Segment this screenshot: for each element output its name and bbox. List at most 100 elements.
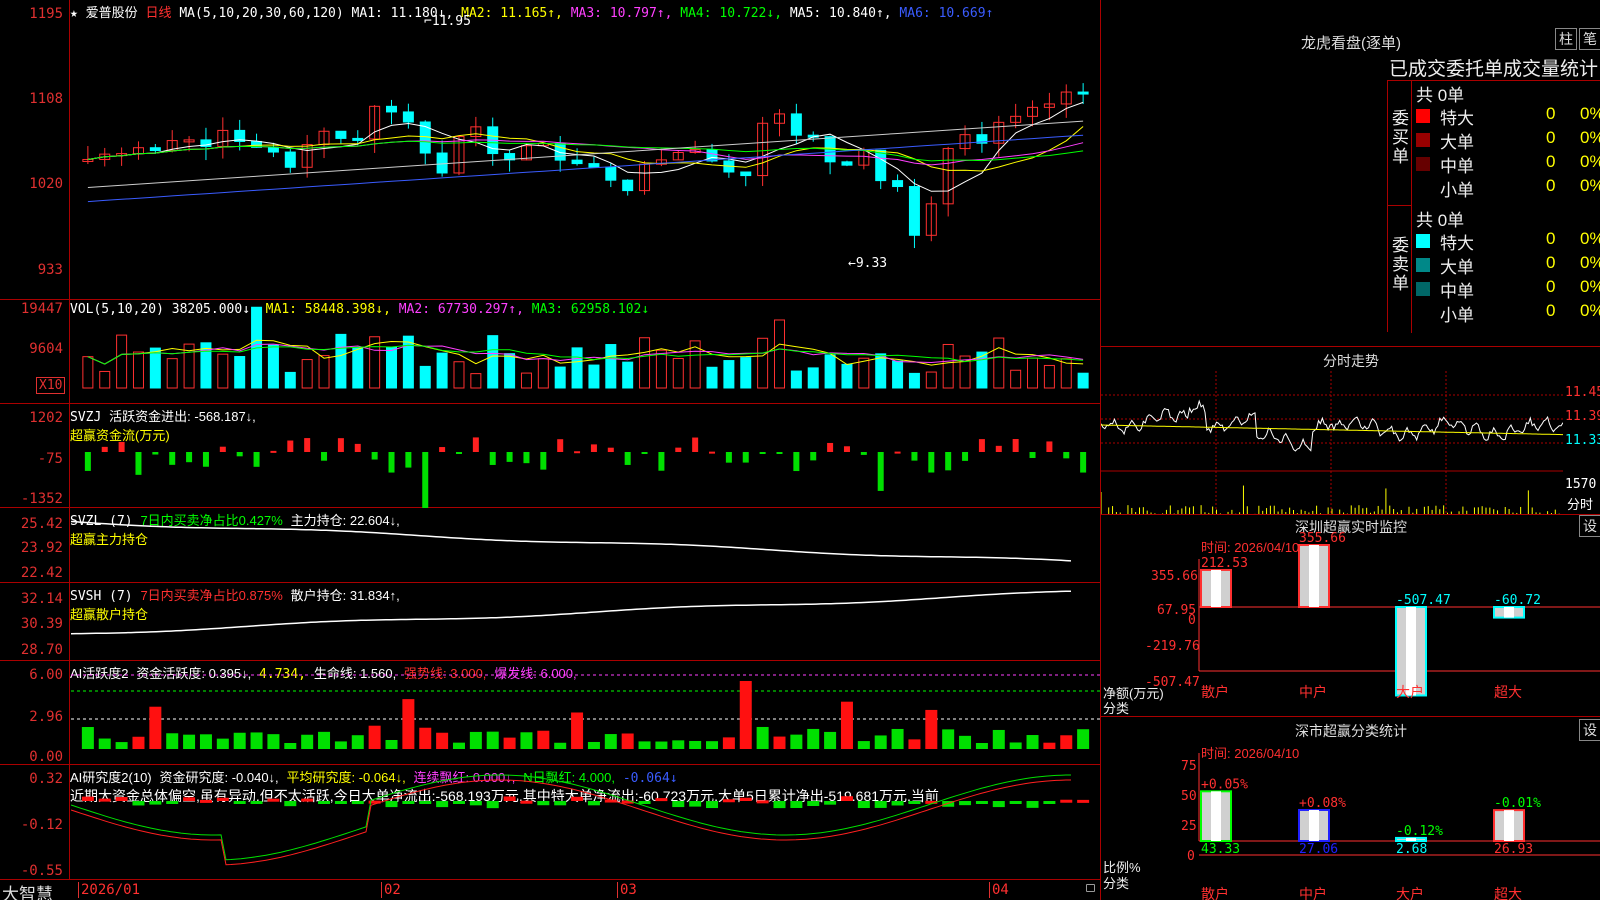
research-bar bbox=[301, 798, 314, 802]
order-type: 特大 bbox=[1440, 234, 1474, 253]
dragon-title: 龙虎看盘(逐单) bbox=[1301, 35, 1401, 52]
activity-bar bbox=[419, 727, 432, 749]
volume-bar bbox=[436, 352, 448, 389]
svzj-axis: 1202 -75 -1352 bbox=[0, 404, 70, 507]
activity-bar bbox=[267, 734, 280, 749]
month-label: 03 bbox=[617, 882, 637, 898]
candlestick-chart[interactable] bbox=[71, 0, 1100, 300]
volume-tick: 9604 bbox=[29, 341, 63, 357]
fund-flow-bar bbox=[186, 452, 193, 463]
volume-bar bbox=[639, 337, 651, 389]
ai-research-panel[interactable]: 0.32 -0.12 -0.55 AI研究度2(10) 资金研究度: -0.04… bbox=[0, 765, 1100, 880]
ai-research-chart[interactable] bbox=[71, 765, 1100, 880]
ai-activity-chart[interactable] bbox=[71, 661, 1100, 765]
research-bar bbox=[520, 800, 533, 804]
candle-body bbox=[841, 161, 853, 166]
research-bar bbox=[334, 801, 347, 804]
candle-body bbox=[352, 137, 364, 141]
activity-bar bbox=[301, 734, 314, 749]
price-tick: 1020 bbox=[29, 176, 63, 192]
volume-bar bbox=[1010, 369, 1022, 389]
research-bar bbox=[115, 797, 128, 801]
activity-bar bbox=[942, 729, 955, 749]
candle-body bbox=[284, 151, 296, 168]
activity-bar bbox=[1043, 742, 1056, 749]
retail-holding-chart[interactable] bbox=[71, 583, 1100, 661]
kline-panel[interactable]: 1195 1108 1020 933 ★ 爱普股份 日线 MA(5,10,20,… bbox=[0, 0, 1100, 300]
fund-flow-bar bbox=[270, 450, 277, 453]
price-axis: 1195 1108 1020 933 bbox=[0, 0, 70, 299]
research-bar bbox=[908, 801, 921, 804]
activity-bar bbox=[824, 731, 837, 749]
svsh-panel[interactable]: 32.14 30.39 28.70 SVSH (7) 7日内买卖净占比0.875… bbox=[0, 583, 1100, 661]
fund-flow-bar bbox=[1046, 441, 1053, 452]
category-label: 大户 bbox=[1396, 684, 1424, 700]
research-bar bbox=[706, 801, 719, 809]
intraday-avg-line bbox=[1101, 424, 1563, 436]
volume-panel[interactable]: 19447 9604 X10 VOL(5,10,20) 38205.000↓, … bbox=[0, 300, 1100, 404]
svzl-panel[interactable]: 25.42 23.92 22.42 SVZL (7) 7日内买卖净占比0.427… bbox=[0, 508, 1100, 583]
order-percent: 0% bbox=[1580, 104, 1600, 123]
order-percent: 0% bbox=[1580, 176, 1600, 195]
research-bar bbox=[571, 796, 584, 801]
tick-mode-button[interactable]: 笔 bbox=[1579, 28, 1600, 50]
research-bar bbox=[1009, 801, 1022, 804]
volume-bar bbox=[335, 333, 347, 389]
fund-flow-bar bbox=[843, 446, 850, 452]
svzl-tick: 22.42 bbox=[20, 565, 63, 581]
fund-flow-bar bbox=[945, 452, 952, 471]
volume-bar bbox=[116, 334, 128, 389]
fund-flow-bar bbox=[894, 451, 901, 454]
fund-flow-bar bbox=[472, 437, 479, 452]
research-bar bbox=[1043, 801, 1056, 804]
monitor-bar-highlight bbox=[1504, 607, 1514, 618]
main-holding-line bbox=[71, 520, 1072, 562]
fund-flow-bar bbox=[1029, 452, 1036, 459]
ai-research-axis: 0.32 -0.12 -0.55 bbox=[0, 765, 70, 879]
research-bar bbox=[267, 798, 280, 802]
candle-body bbox=[386, 105, 398, 113]
activity-bar bbox=[621, 733, 634, 749]
fund-flow-chart[interactable] bbox=[71, 404, 1100, 508]
activity-bar bbox=[992, 729, 1005, 749]
activity-bar bbox=[233, 732, 246, 749]
class-value-label: 27.06 bbox=[1299, 842, 1338, 857]
lock-icon[interactable] bbox=[1086, 884, 1095, 892]
research-bar bbox=[824, 801, 837, 805]
research-bar bbox=[1026, 801, 1039, 808]
volume-chart[interactable] bbox=[71, 300, 1100, 404]
activity-bar bbox=[503, 737, 516, 749]
ai-active-panel[interactable]: 6.00 2.96 0.00 AI活跃度2 资金活跃度: 0.395↓, 4.7… bbox=[0, 661, 1100, 765]
fund-flow-bar bbox=[523, 452, 530, 464]
activity-bar bbox=[790, 734, 803, 749]
sz-monitor-chart: 212.53 散户 355.66 中户 -507.47 大户 -60.72 超大 bbox=[1198, 531, 1600, 700]
class-delta-label: -0.12% bbox=[1396, 824, 1443, 839]
intraday-chart[interactable] bbox=[1101, 371, 1563, 515]
order-percent: 0% bbox=[1580, 128, 1600, 147]
intraday-panel[interactable]: 分时走势 11.45 11.39 11.33 1570 分时 bbox=[1100, 346, 1600, 515]
fund-flow-bar bbox=[1063, 452, 1070, 459]
fund-flow-bar bbox=[169, 452, 176, 465]
svzl-tick: 23.92 bbox=[20, 540, 63, 556]
order-type: 小单 bbox=[1440, 181, 1474, 200]
svzj-panel[interactable]: 1202 -75 -1352 SVZJ 活跃资金进出: -568.187↓, 超… bbox=[0, 404, 1100, 508]
activity-bar bbox=[318, 731, 331, 749]
ai-research-tick: -0.55 bbox=[20, 863, 63, 879]
dragon-tiger-panel: 龙虎看盘(逐单) 柱 笔 已成交委托单成交量统计 委买单 共 0单 特大00%大… bbox=[1100, 0, 1600, 346]
class-value-label: 26.93 bbox=[1494, 842, 1533, 857]
fund-flow-bar bbox=[742, 452, 749, 463]
volume-bar bbox=[757, 337, 769, 389]
research-bar bbox=[452, 801, 465, 804]
main-holding-chart[interactable] bbox=[71, 508, 1100, 583]
monitor-value-label: 355.66 bbox=[1299, 531, 1346, 546]
activity-bar bbox=[672, 740, 685, 749]
time-axis: 大智慧 2026/01 02 03 04 bbox=[0, 880, 1100, 900]
activity-bar bbox=[587, 741, 600, 749]
high-price-mark: ⌐11.95 bbox=[424, 14, 471, 29]
order-row: 小单 0 0% bbox=[1416, 176, 1600, 200]
sell-total: 共 0单 bbox=[1416, 211, 1465, 230]
bar-mode-button[interactable]: 柱 bbox=[1555, 28, 1577, 50]
activity-bar bbox=[436, 732, 449, 749]
volume-bar bbox=[908, 372, 920, 389]
fund-flow-bar bbox=[1012, 439, 1019, 452]
